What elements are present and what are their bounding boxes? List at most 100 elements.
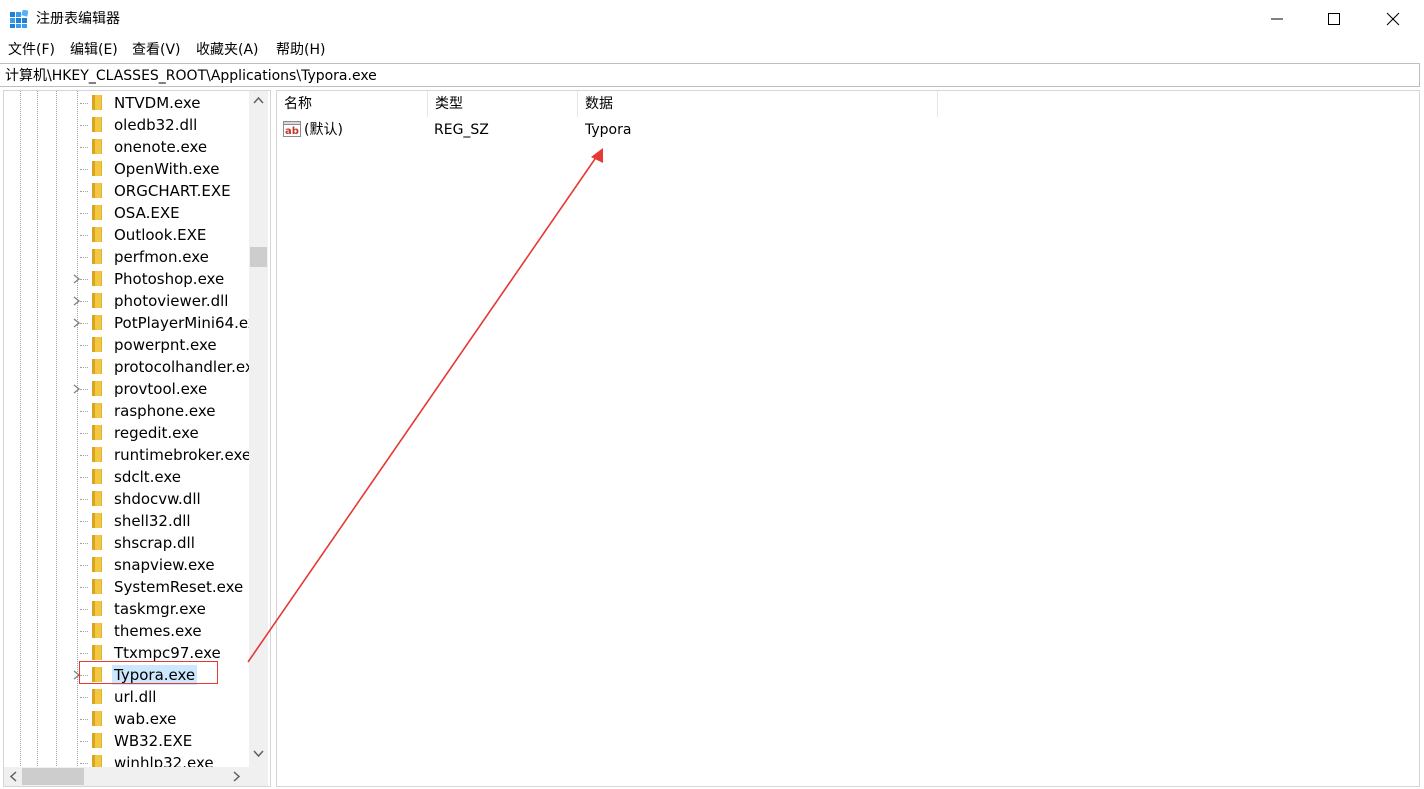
- tree-item-label: OSA.EXE: [114, 204, 180, 222]
- scroll-up-icon[interactable]: [253, 96, 264, 104]
- horizontal-scrollbar[interactable]: [4, 767, 249, 786]
- folder-icon: [92, 579, 102, 594]
- scrollbar-corner: [249, 767, 268, 786]
- vertical-scrollbar[interactable]: [249, 91, 268, 767]
- tree-item[interactable]: perfmon.exe: [4, 246, 249, 268]
- menu-favorites[interactable]: 收藏夹(A): [196, 41, 259, 59]
- column-header-data[interactable]: 数据: [578, 91, 938, 117]
- value-row[interactable]: ab (默认) REG_SZ Typora: [277, 118, 937, 142]
- tree-connector-line: [80, 455, 88, 456]
- tree-item-label: regedit.exe: [114, 424, 199, 442]
- column-header-type[interactable]: 类型: [428, 91, 578, 117]
- address-bar[interactable]: 计算机\HKEY_CLASSES_ROOT\Applications\Typor…: [0, 63, 1420, 87]
- folder-icon: [92, 623, 102, 638]
- maximize-button[interactable]: [1305, 0, 1363, 38]
- tree-item[interactable]: WB32.EXE: [4, 730, 249, 752]
- tree-connector-line: [80, 719, 88, 720]
- folder-icon: [92, 733, 102, 748]
- tree-item[interactable]: runtimebroker.exe: [4, 444, 251, 466]
- tree-connector-line: [80, 741, 88, 742]
- expand-chevron-icon[interactable]: [71, 294, 83, 308]
- list-header: 名称 类型 数据: [277, 91, 938, 117]
- folder-icon: [92, 95, 102, 110]
- tree-connector-line: [80, 125, 88, 126]
- folder-icon: [92, 359, 102, 374]
- menu-view[interactable]: 查看(V): [132, 41, 181, 59]
- scroll-left-icon[interactable]: [9, 771, 17, 782]
- tree-item[interactable]: protocolhandler.exe: [4, 356, 262, 378]
- tree-item[interactable]: Photoshop.exe: [4, 268, 249, 290]
- minimize-button[interactable]: [1248, 0, 1306, 38]
- tree-item[interactable]: shell32.dll: [4, 510, 249, 532]
- tree-item[interactable]: shdocvw.dll: [4, 488, 249, 510]
- tree-item[interactable]: provtool.exe: [4, 378, 249, 400]
- tree-item-label: runtimebroker.exe: [114, 446, 252, 464]
- scroll-right-icon[interactable]: [233, 771, 241, 782]
- tree-item[interactable]: snapview.exe: [4, 554, 249, 576]
- folder-icon: [92, 205, 102, 220]
- folder-icon: [92, 337, 102, 352]
- folder-icon: [92, 293, 102, 308]
- tree-item-label: themes.exe: [114, 622, 202, 640]
- tree-item-label: provtool.exe: [114, 380, 208, 398]
- tree-item[interactable]: ORGCHART.EXE: [4, 180, 249, 202]
- menu-edit[interactable]: 编辑(E): [70, 41, 118, 59]
- tree-item[interactable]: shscrap.dll: [4, 532, 249, 554]
- tree-item-label: oledb32.dll: [114, 116, 198, 134]
- column-data-label: 数据: [585, 96, 613, 112]
- scroll-down-icon[interactable]: [253, 750, 264, 758]
- tree-item[interactable]: sdclt.exe: [4, 466, 249, 488]
- title-bar: 注册表编辑器: [0, 0, 1424, 38]
- tree-item[interactable]: rasphone.exe: [4, 400, 249, 422]
- tree-item[interactable]: themes.exe: [4, 620, 249, 642]
- tree-item-label: ORGCHART.EXE: [114, 182, 231, 200]
- key-tree[interactable]: NTVDM.exe oledb32.dll onenote.exe OpenWith.…: [3, 90, 271, 787]
- folder-icon: [92, 117, 102, 132]
- expand-chevron-icon[interactable]: [71, 272, 83, 286]
- pane-splitter[interactable]: [271, 90, 275, 787]
- tree-item[interactable]: url.dll: [4, 686, 249, 708]
- folder-icon: [92, 689, 102, 704]
- tree-item-label: NTVDM.exe: [114, 94, 201, 112]
- tree-item[interactable]: photoviewer.dll: [4, 290, 249, 312]
- tree-item[interactable]: onenote.exe: [4, 136, 249, 158]
- tree-connector-line: [80, 653, 88, 654]
- tree-item[interactable]: taskmgr.exe: [4, 598, 249, 620]
- vertical-scroll-thumb[interactable]: [250, 247, 267, 267]
- horizontal-scroll-thumb[interactable]: [22, 768, 84, 785]
- folder-icon: [92, 513, 102, 528]
- folder-icon: [92, 557, 102, 572]
- tree-item[interactable]: oledb32.dll: [4, 114, 249, 136]
- tree-connector-line: [80, 169, 88, 170]
- tree-connector-line: [80, 235, 88, 236]
- close-button[interactable]: [1364, 0, 1422, 38]
- values-list[interactable]: 名称 类型 数据 ab (默认) REG_SZ Typora: [276, 90, 1420, 787]
- tree-item[interactable]: OpenWith.exe: [4, 158, 249, 180]
- tree-item-label: sdclt.exe: [114, 468, 182, 486]
- tree-item[interactable]: Outlook.EXE: [4, 224, 249, 246]
- folder-icon: [92, 183, 102, 198]
- tree-item[interactable]: NTVDM.exe: [4, 92, 249, 114]
- expand-chevron-icon[interactable]: [71, 382, 83, 396]
- tree-item-label: PotPlayerMini64.exe: [114, 314, 266, 332]
- tree-item[interactable]: SystemReset.exe: [4, 576, 249, 598]
- address-path: 计算机\HKEY_CLASSES_ROOT\Applications\Typor…: [5, 68, 377, 84]
- menu-help[interactable]: 帮助(H): [276, 41, 325, 59]
- tree-item[interactable]: PotPlayerMini64.exe: [4, 312, 266, 334]
- tree-connector-line: [80, 697, 88, 698]
- menu-file[interactable]: 文件(F): [8, 41, 55, 59]
- tree-item-label: onenote.exe: [114, 138, 208, 156]
- tree-connector-line: [80, 411, 88, 412]
- tree-connector-line: [80, 367, 88, 368]
- column-header-name[interactable]: 名称: [277, 91, 428, 117]
- tree-item[interactable]: OSA.EXE: [4, 202, 249, 224]
- tree-item-label: perfmon.exe: [114, 248, 209, 266]
- tree-item-label: shell32.dll: [114, 512, 191, 530]
- tree-item[interactable]: powerpnt.exe: [4, 334, 249, 356]
- expand-chevron-icon[interactable]: [71, 316, 83, 330]
- svg-text:ab: ab: [285, 126, 299, 137]
- tree-item[interactable]: regedit.exe: [4, 422, 249, 444]
- tree-item[interactable]: wab.exe: [4, 708, 249, 730]
- tree-item-label: shdocvw.dll: [114, 490, 201, 508]
- value-type: REG_SZ: [434, 122, 489, 138]
